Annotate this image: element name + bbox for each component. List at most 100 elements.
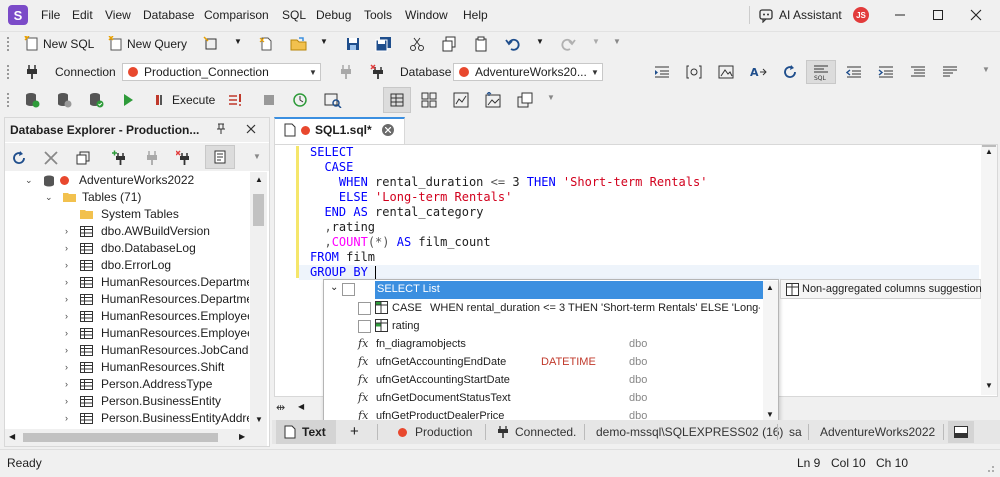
scroll-down-icon[interactable]: ▼	[255, 415, 263, 424]
menu-sql[interactable]: SQL	[282, 8, 306, 22]
text-tab[interactable]: Text	[276, 420, 336, 444]
explorer-delete-icon[interactable]	[43, 150, 59, 166]
scroll-up-icon[interactable]: ▲	[255, 175, 263, 184]
scroll-up-icon[interactable]: ▲	[766, 283, 774, 292]
tree-node-table[interactable]: › HumanResources.Shift	[5, 359, 249, 376]
suggestion-side-panel[interactable]: Non-aggregated columns suggestion	[780, 279, 982, 299]
panel-toggle-icon[interactable]	[948, 421, 974, 443]
menu-window[interactable]: Window	[405, 8, 448, 22]
chevron-right-icon[interactable]: ›	[65, 274, 68, 291]
parameters-icon[interactable]	[686, 64, 702, 80]
scroll-left-icon[interactable]: ◀	[9, 432, 15, 441]
copy-icon[interactable]	[441, 36, 457, 52]
new-object-dropdown-icon[interactable]: ▼	[234, 37, 242, 46]
scroll-up-icon[interactable]: ▲	[985, 147, 993, 156]
undo-icon[interactable]	[505, 36, 521, 52]
tab-close-icon[interactable]	[382, 124, 394, 136]
paste-icon[interactable]	[473, 36, 489, 52]
wrap-lines-icon[interactable]	[942, 64, 958, 80]
explorer-new-connection-icon[interactable]	[112, 150, 128, 166]
toolbar2-overflow-icon[interactable]: ▼	[982, 65, 990, 74]
suggestion-group-header[interactable]: ⌄ SELECT List	[324, 281, 763, 299]
save-all-icon[interactable]	[375, 36, 393, 52]
popup-scrollbar[interactable]: ▲ ▼	[763, 281, 778, 424]
explorer-disconnect-icon[interactable]	[176, 150, 192, 166]
new-query-button[interactable]: New Query	[127, 37, 187, 51]
scroll-thumb[interactable]	[253, 194, 264, 226]
chevron-right-icon[interactable]: ›	[65, 257, 68, 274]
chevron-right-icon[interactable]: ›	[65, 342, 68, 359]
chevron-right-icon[interactable]: ›	[65, 240, 68, 257]
open-folder-icon[interactable]	[290, 36, 308, 52]
tree-node-table[interactable]: › Person.BusinessEntity	[5, 393, 249, 410]
menu-tools[interactable]: Tools	[364, 8, 392, 22]
tree-node-system-tables[interactable]: System Tables	[5, 206, 249, 223]
tree-node-table[interactable]: › HumanResources.Department_	[5, 291, 249, 308]
scroll-down-icon[interactable]: ▼	[766, 410, 774, 419]
format-indent-icon[interactable]	[654, 64, 670, 80]
suggestion-function[interactable]: fx ufnGetAccountingEndDate DATETIME dbo	[324, 353, 778, 371]
add-tab-icon[interactable]: +	[350, 423, 359, 440]
refresh-icon[interactable]	[782, 64, 798, 80]
user-avatar[interactable]: JS	[853, 7, 869, 23]
tree-node-table[interactable]: › Person.BusinessEntityAddress	[5, 410, 249, 427]
editor-vertical-scrollbar[interactable]: ▲ ▼	[981, 145, 997, 395]
minimize-icon[interactable]	[885, 5, 915, 25]
redo-icon[interactable]	[560, 36, 576, 52]
panel-close-icon[interactable]	[244, 122, 258, 136]
menu-debug[interactable]: Debug	[316, 8, 351, 22]
status-connection[interactable]: Production	[415, 424, 472, 440]
db-green-icon[interactable]	[24, 92, 40, 108]
editor-split-icon[interactable]: ⇹	[276, 401, 285, 414]
checkbox[interactable]	[358, 302, 371, 315]
menu-database[interactable]: Database	[143, 8, 194, 22]
ai-assistant-button[interactable]: AI Assistant	[779, 8, 842, 22]
tree-node-table[interactable]: › HumanResources.Department	[5, 274, 249, 291]
chevron-right-icon[interactable]: ›	[65, 223, 68, 240]
chevron-down-icon[interactable]: ⌄	[45, 189, 53, 206]
toolbar3-overflow-icon[interactable]: ▼	[547, 93, 555, 102]
connect-icon[interactable]	[338, 64, 354, 80]
execute-partial-icon[interactable]	[228, 92, 244, 108]
undo-dropdown-icon[interactable]: ▼	[536, 37, 544, 46]
chevron-down-icon[interactable]: ⌄	[25, 172, 33, 189]
chevron-right-icon[interactable]: ›	[65, 325, 68, 342]
tree-node-table[interactable]: › Person.AddressType	[5, 376, 249, 393]
layout-icon[interactable]	[421, 92, 437, 108]
open-dropdown-icon[interactable]: ▼	[320, 37, 328, 46]
tree-node-database[interactable]: ⌄ AdventureWorks2022	[5, 172, 249, 189]
stop-execution-icon[interactable]	[153, 92, 169, 108]
editor-tab-sql1[interactable]: SQL1.sql*	[274, 117, 405, 144]
connection-dropdown[interactable]: Production_Connection ▼	[122, 63, 321, 81]
chevron-right-icon[interactable]: ›	[65, 376, 68, 393]
split-handle[interactable]	[982, 145, 996, 147]
tree-node-table[interactable]: › HumanResources.Employee	[5, 308, 249, 325]
menu-help[interactable]: Help	[463, 8, 488, 22]
disconnect-icon[interactable]	[370, 64, 386, 80]
explorer-vertical-scrollbar[interactable]: ▲ ▼	[250, 172, 267, 429]
comment-icon[interactable]	[846, 64, 862, 80]
chevron-right-icon[interactable]: ›	[65, 359, 68, 376]
tree-node-tables[interactable]: ⌄ Tables (71)	[5, 189, 249, 206]
editor-scroll-left-icon[interactable]: ◀	[298, 402, 304, 411]
maximize-icon[interactable]	[923, 5, 953, 25]
checkbox[interactable]	[358, 320, 371, 333]
chevron-right-icon[interactable]: ›	[65, 393, 68, 410]
suggestion-function[interactable]: fx ufnGetDocumentStatusText dbo	[324, 389, 778, 407]
menu-comparison[interactable]: Comparison	[204, 8, 269, 22]
toolbar1-overflow-icon[interactable]: ▼	[613, 37, 621, 46]
import-data-icon[interactable]	[517, 92, 533, 108]
case-convert-icon[interactable]: A	[750, 64, 768, 80]
list-align-icon[interactable]	[910, 64, 926, 80]
explorer-refresh-icon[interactable]	[11, 150, 27, 166]
explorer-duplicate-icon[interactable]	[75, 150, 91, 166]
uncomment-icon[interactable]	[878, 64, 894, 80]
suggestion-function[interactable]: fx fn_diagramobjects dbo	[324, 335, 778, 353]
explorer-connect-icon[interactable]	[144, 150, 160, 166]
new-file-icon[interactable]	[258, 36, 274, 52]
menu-view[interactable]: View	[105, 8, 131, 22]
scroll-down-icon[interactable]: ▼	[985, 381, 993, 390]
explorer-filter-icon[interactable]	[205, 145, 235, 169]
chevron-right-icon[interactable]: ›	[65, 291, 68, 308]
pin-icon[interactable]	[214, 122, 228, 136]
